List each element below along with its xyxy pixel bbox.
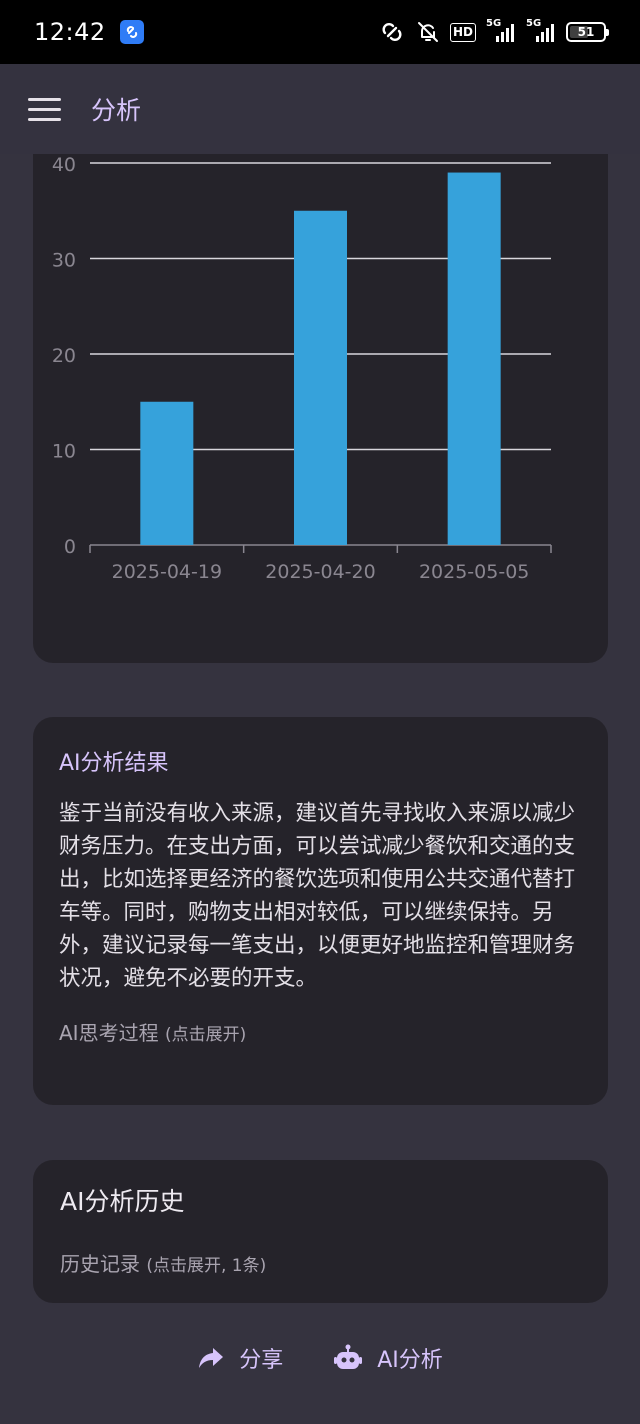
history-record-label: 历史记录 — [60, 1252, 140, 1276]
x-tick-label: 2025-04-20 — [265, 561, 375, 583]
x-tick-label: 2025-04-19 — [112, 561, 222, 583]
menu-icon[interactable] — [28, 92, 62, 126]
battery-icon: 51 — [566, 22, 609, 42]
hd-badge: HD — [449, 22, 476, 42]
bottom-actions: 分享 AI分析 — [0, 1330, 640, 1386]
signal-icon-2: 5G — [526, 18, 556, 43]
bar-2025-04-20 — [294, 210, 347, 545]
y-tick-label: 30 — [52, 250, 76, 272]
signal-label-2: 5G — [526, 18, 542, 29]
share-label: 分享 — [239, 1348, 284, 1373]
ai-thinking-hint: (点击展开) — [164, 1025, 247, 1045]
x-tick-label: 2025-05-05 — [419, 561, 529, 583]
bar-2025-05-05 — [447, 172, 501, 546]
status-time: 12:42 — [34, 18, 106, 46]
y-tick-label: 10 — [52, 441, 76, 463]
share-icon — [199, 1348, 224, 1368]
top-app-bar: 分析 — [0, 64, 640, 154]
link-icon — [382, 23, 402, 41]
robot-icon — [334, 1344, 363, 1369]
ai-thinking-toggle[interactable]: AI思考过程 (点击展开) — [59, 1017, 582, 1046]
battery-level: 51 — [577, 25, 595, 39]
ai-result-card: AI分析结果 鉴于当前没有收入来源，建议首先寻找收入来源以减少财务压力。在支出方… — [33, 717, 608, 1105]
chart-card: 0 10 20 30 40 2025-04-19 2025-04-20 2025-05-05 — [33, 120, 608, 663]
ai-analyze-label: AI分析 — [377, 1348, 443, 1373]
notification-app-icon — [119, 20, 144, 44]
ai-history-title: AI分析历史 — [60, 1187, 185, 1216]
history-record-toggle[interactable]: 历史记录 (点击展开, 1条) — [60, 1248, 581, 1277]
y-tick-label: 40 — [52, 154, 76, 176]
bar-2025-04-19 — [140, 401, 194, 545]
page-title: 分析 — [91, 96, 142, 125]
ai-history-card: AI分析历史 历史记录 (点击展开, 1条) — [33, 1160, 608, 1303]
ai-result-body: 鉴于当前没有收入来源，建议首先寻找收入来源以减少财务压力。在支出方面，可以尝试减… — [59, 801, 576, 991]
y-tick-label: 20 — [52, 345, 76, 367]
ai-thinking-label: AI思考过程 — [59, 1021, 159, 1045]
bar-chart: 0 10 20 30 40 2025-04-19 2025-04-20 2025-05-05 — [52, 154, 552, 583]
history-record-hint: (点击展开, 1条) — [146, 1256, 267, 1276]
signal-label-1: 5G — [486, 18, 502, 29]
y-tick-label: 0 — [64, 536, 76, 558]
share-button[interactable]: 分享 — [197, 1342, 283, 1374]
signal-icon-1: 5G — [486, 18, 516, 43]
status-bar: 12:42 HD 5G 5G 51 — [0, 0, 640, 64]
bell-off-icon — [417, 22, 438, 42]
ai-result-title: AI分析结果 — [59, 751, 169, 776]
ai-analyze-button[interactable]: AI分析 — [333, 1342, 443, 1374]
